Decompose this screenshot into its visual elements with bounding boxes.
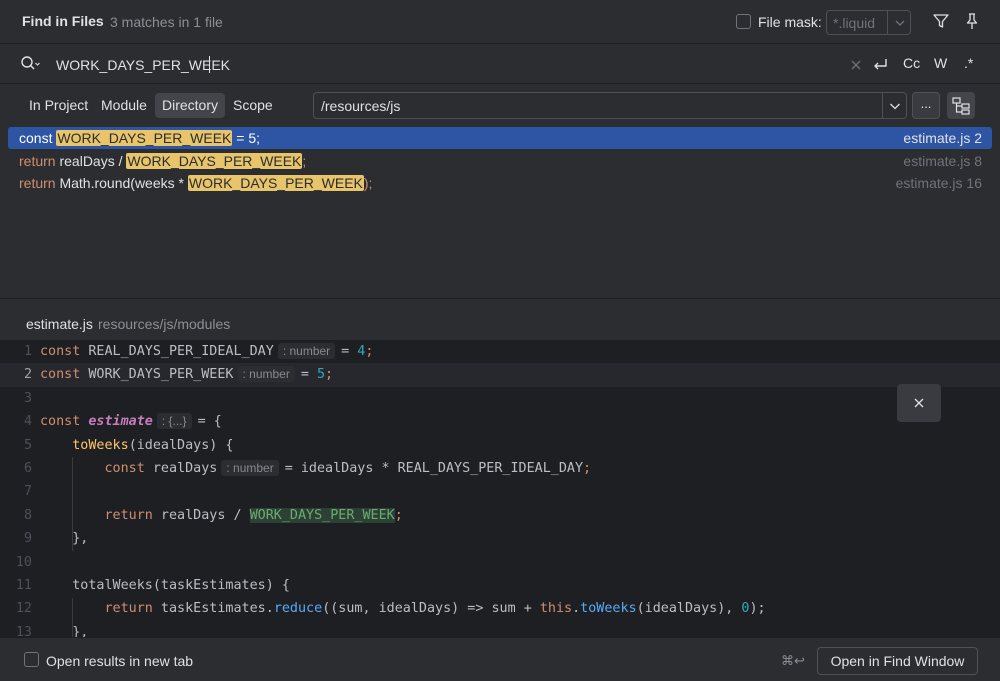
line-number: 9 — [23, 531, 32, 547]
code-line: 13 }, — [0, 621, 1000, 637]
result-row[interactable]: return Math.round(weeks * WORK_DAYS_PER_… — [8, 172, 992, 194]
line-number: 7 — [23, 484, 32, 500]
tree-view-button[interactable] — [947, 92, 975, 119]
result-row[interactable]: return realDays / WORK_DAYS_PER_WEEK; es… — [8, 150, 992, 172]
code-line: 10 — [0, 551, 1000, 574]
result-code: const WORK_DAYS_PER_WEEK = 5; — [19, 130, 261, 146]
preview-file-name: estimate.js — [26, 316, 93, 332]
line-number: 1 — [23, 344, 32, 359]
code-line-current: 2 const WORK_DAYS_PER_WEEK: number = 5; — [0, 363, 1000, 387]
match-count: 3 matches in 1 file — [110, 14, 223, 30]
regex-toggle[interactable]: .* — [964, 55, 973, 71]
directory-combo[interactable]: /resources/js — [313, 92, 907, 119]
type-hint: : number — [237, 366, 295, 383]
tab-scope[interactable]: Scope — [226, 93, 280, 118]
preview-file-path: resources/js/modules — [98, 316, 231, 332]
search-row: Cc W .* — [0, 45, 1000, 84]
tree-view-icon — [952, 97, 970, 115]
line-number: 8 — [23, 507, 32, 523]
open-in-find-window-button[interactable]: Open in Find Window — [817, 647, 978, 675]
preview-header: estimate.js resources/js/modules — [0, 299, 1000, 340]
line-number: 3 — [23, 390, 32, 406]
pin-icon[interactable] — [963, 12, 981, 30]
match-highlight: WORK_DAYS_PER_WEEK — [56, 130, 233, 146]
line-number: 11 — [15, 578, 32, 593]
close-icon — [914, 398, 924, 408]
tab-directory[interactable]: Directory — [155, 93, 226, 118]
whole-words-toggle[interactable]: W — [934, 55, 947, 71]
dialog-footer: Open results in new tab ⌘↩ Open in Find … — [0, 637, 1000, 681]
code-line: 7 — [0, 480, 1000, 503]
search-input[interactable] — [52, 54, 832, 76]
new-tab-checkbox[interactable] — [24, 652, 39, 667]
line-number: 5 — [23, 437, 32, 453]
result-row[interactable]: const WORK_DAYS_PER_WEEK = 5; estimate.j… — [8, 127, 992, 149]
combo-separator — [882, 93, 883, 118]
code-line: 11 totalWeeks(taskEstimates) { — [0, 574, 1000, 597]
dialog-header: Find in Files 3 matches in 1 file File m… — [0, 0, 1000, 44]
match-highlight: WORK_DAYS_PER_WEEK — [187, 175, 364, 191]
shortcut-hint: ⌘↩ — [781, 653, 805, 668]
tab-module[interactable]: Module — [94, 93, 154, 118]
file-mask-checkbox[interactable] — [736, 14, 751, 29]
code-preview[interactable]: 1 const REAL_DAYS_PER_IDEAL_DAY: number =… — [0, 340, 1000, 637]
type-hint: : number — [221, 460, 279, 476]
type-hint: : {...} — [156, 413, 192, 430]
clear-icon[interactable] — [847, 56, 865, 74]
line-number: 12 — [15, 601, 32, 617]
code-line: 5 toWeeks(idealDays) { — [0, 434, 1000, 457]
chevron-down-icon[interactable] — [885, 96, 905, 116]
line-number: 10 — [15, 554, 32, 570]
directory-value: /resources/js — [321, 98, 401, 114]
filter-icon[interactable] — [932, 12, 950, 30]
result-file: estimate.js 2 — [903, 130, 982, 146]
dialog-title: Find in Files — [22, 13, 104, 29]
results-list: const WORK_DAYS_PER_WEEK = 5; estimate.j… — [0, 126, 1000, 298]
line-number: 2 — [23, 367, 32, 383]
combo-separator — [887, 11, 888, 34]
code-line: 6 const realDays: number = idealDays * RE… — [0, 457, 1000, 480]
text-caret — [209, 56, 210, 73]
match-highlight: WORK_DAYS_PER_WEEK — [126, 153, 303, 169]
file-mask-value: *.liquid — [833, 15, 876, 31]
usage-highlight: WORK_DAYS_PER_WEEK — [249, 507, 395, 523]
type-hint: : number — [277, 343, 336, 359]
chevron-down-icon[interactable] — [890, 13, 910, 33]
result-code: return realDays / WORK_DAYS_PER_WEEK; — [19, 153, 307, 169]
search-history-icon[interactable] — [20, 55, 42, 73]
new-tab-label[interactable]: Open results in new tab — [46, 653, 193, 669]
line-number: 6 — [23, 461, 32, 476]
code-line: 1 const REAL_DAYS_PER_IDEAL_DAY: number =… — [0, 340, 1000, 363]
code-line: 3 — [0, 387, 1000, 410]
close-preview-button[interactable] — [897, 384, 941, 422]
scope-row: In Project Module Directory Scope /resou… — [0, 85, 1000, 126]
line-number: 4 — [23, 414, 32, 430]
newline-icon[interactable] — [871, 56, 889, 74]
code-line: 8 return realDays / WORK_DAYS_PER_WEEK; — [0, 504, 1000, 527]
code-line: 4 const estimate: {...} = { — [0, 410, 1000, 433]
result-code: return Math.round(weeks * WORK_DAYS_PER_… — [19, 175, 373, 191]
browse-button[interactable]: ... — [912, 92, 940, 119]
result-file: estimate.js 16 — [895, 175, 982, 191]
tab-in-project[interactable]: In Project — [22, 93, 95, 118]
file-mask-combo[interactable]: *.liquid — [826, 10, 911, 35]
file-mask-label[interactable]: File mask: — [758, 14, 822, 30]
match-case-toggle[interactable]: Cc — [903, 55, 920, 71]
code-line: 12 return taskEstimates.reduce((sum, ide… — [0, 597, 1000, 620]
code-line: 9 }, — [0, 527, 1000, 550]
result-file: estimate.js 8 — [903, 153, 982, 169]
line-number: 13 — [15, 624, 32, 637]
